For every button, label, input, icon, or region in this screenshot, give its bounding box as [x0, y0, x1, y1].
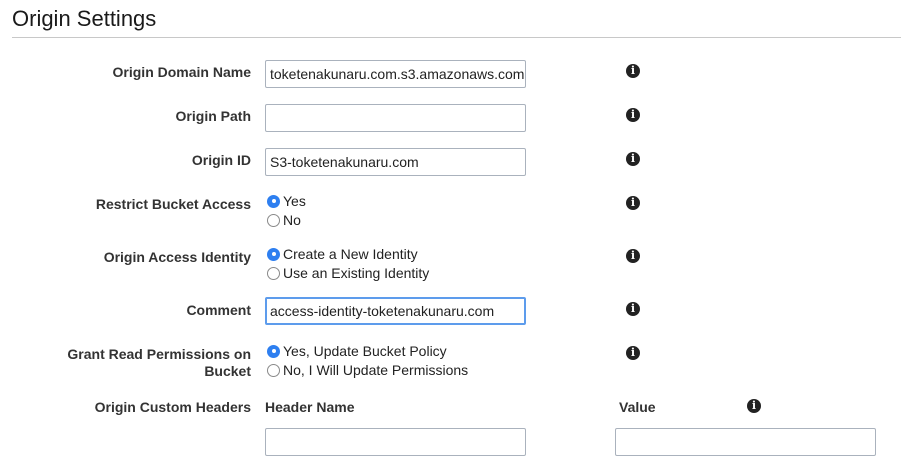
radio-label: Use an Existing Identity — [283, 265, 430, 281]
origin-custom-headers-label: Origin Custom Headers — [94, 399, 251, 415]
radio-button-selected[interactable] — [267, 194, 280, 208]
info-icon[interactable]: i — [626, 249, 640, 263]
info-icon[interactable]: i — [626, 346, 640, 360]
origin-id-label: Origin ID — [191, 152, 251, 168]
origin-access-identity-create[interactable]: Create a New Identity — [267, 245, 418, 263]
info-icon[interactable]: i — [747, 399, 761, 413]
info-icon[interactable]: i — [626, 64, 640, 78]
info-icon[interactable]: i — [626, 108, 640, 122]
comment-input[interactable]: access-identity-toketenakunaru.com — [265, 297, 526, 325]
restrict-bucket-access-yes[interactable]: Yes — [267, 192, 306, 210]
origin-id-input[interactable]: S3-toketenakunaru.com — [265, 148, 526, 176]
value-column-header: Value — [619, 399, 656, 415]
origin-access-identity-label: Origin Access Identity — [103, 249, 251, 265]
header-name-column-header: Header Name — [265, 399, 355, 415]
radio-label: Yes — [283, 193, 306, 209]
section-title: Origin Settings — [12, 6, 157, 31]
origin-path-input[interactable] — [265, 104, 526, 132]
info-icon[interactable]: i — [626, 152, 640, 166]
header-value-input[interactable] — [615, 428, 876, 456]
radio-label: No — [283, 212, 301, 228]
restrict-bucket-access-no[interactable]: No — [267, 211, 301, 229]
origin-domain-name-input[interactable]: toketenakunaru.com.s3.amazonaws.com — [265, 60, 526, 88]
section-divider — [12, 37, 901, 38]
info-icon[interactable]: i — [626, 196, 640, 210]
restrict-bucket-access-label: Restrict Bucket Access — [95, 196, 251, 212]
grant-read-permissions-label-line2: Bucket — [204, 363, 251, 379]
origin-domain-name-label: Origin Domain Name — [112, 64, 251, 80]
radio-label: Create a New Identity — [283, 246, 418, 262]
radio-button[interactable] — [267, 363, 280, 377]
radio-button[interactable] — [267, 266, 280, 280]
origin-access-identity-existing[interactable]: Use an Existing Identity — [267, 264, 429, 282]
comment-label: Comment — [186, 302, 251, 318]
info-icon[interactable]: i — [626, 302, 640, 316]
header-name-input[interactable] — [265, 428, 526, 456]
radio-button-selected[interactable] — [267, 344, 280, 358]
grant-read-permissions-label-line1: Grant Read Permissions on — [67, 346, 251, 362]
radio-label: No, I Will Update Permissions — [283, 362, 469, 378]
grant-read-permissions-yes[interactable]: Yes, Update Bucket Policy — [267, 342, 447, 360]
grant-read-permissions-no[interactable]: No, I Will Update Permissions — [267, 361, 468, 379]
radio-label: Yes, Update Bucket Policy — [283, 343, 447, 359]
radio-button[interactable] — [267, 213, 280, 227]
origin-path-label: Origin Path — [175, 108, 251, 124]
radio-button-selected[interactable] — [267, 247, 280, 261]
grant-read-permissions-label: Grant Read Permissions on Bucket — [11, 346, 251, 380]
